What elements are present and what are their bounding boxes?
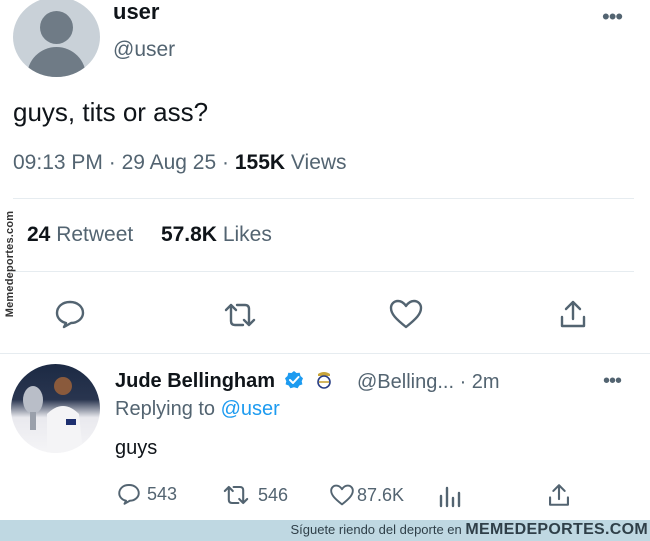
reply-like-button[interactable]: 87.6K (329, 483, 404, 507)
reply-count: 543 (147, 483, 178, 504)
divider (13, 198, 634, 199)
reply-icon (55, 300, 85, 329)
avatar-head-shape (40, 11, 73, 44)
footer-site: MEMEDEPORTES.COM (465, 521, 648, 538)
tweet-text: guys, tits or ass? (13, 97, 209, 127)
reply-name-text: Jude Bellingham (115, 370, 276, 392)
likes-count[interactable]: 57.8K (161, 223, 217, 246)
replying-to-handle[interactable]: @user (221, 398, 280, 420)
replying-to: Replying to @user (115, 398, 280, 421)
verified-badge-icon (284, 371, 303, 389)
reply-display-name[interactable]: Jude Bellingham (115, 370, 333, 393)
tweet-time[interactable]: 09:13 PM (13, 151, 103, 174)
retweet-button[interactable] (218, 298, 262, 332)
retweet-icon (223, 485, 249, 505)
avatar-photo (23, 377, 83, 453)
retweets-count[interactable]: 24 (27, 223, 50, 246)
engagement-stats: 24 Retweet 57.8K Likes (27, 223, 272, 247)
reply-text: guys (115, 437, 158, 459)
retweet-icon (224, 303, 256, 327)
footer-watermark: Síguete riendo del deporte en MEMEDEPORT… (290, 521, 648, 539)
replying-to-prefix: Replying to (115, 398, 216, 420)
retweet-count: 546 (258, 484, 289, 505)
footer-tagline: Síguete riendo del deporte en (290, 522, 462, 537)
like-icon (330, 484, 354, 506)
tweet-date[interactable]: 29 Aug 25 (122, 151, 217, 174)
reply-avatar[interactable] (11, 364, 100, 453)
club-crest-icon (317, 372, 331, 389)
avatar-body-shape (27, 47, 86, 77)
share-button[interactable] (555, 296, 591, 332)
views-count: 155K (234, 151, 286, 174)
like-icon (389, 299, 423, 329)
share-icon (549, 484, 569, 506)
avatar[interactable] (13, 0, 100, 77)
retweets-label[interactable]: Retweet (56, 223, 133, 246)
views-icon (439, 486, 461, 508)
display-name[interactable]: user (113, 0, 159, 25)
reply-share-button[interactable] (546, 482, 572, 513)
reply-reply-button[interactable]: 543 (117, 482, 177, 506)
meta-separator: · (222, 151, 230, 174)
more-icon[interactable]: ••• (602, 4, 623, 30)
divider (13, 271, 634, 272)
divider (0, 353, 650, 354)
meta-separator: · (108, 151, 116, 174)
side-watermark: Memedeportes.com (4, 210, 16, 318)
reply-handle-time[interactable]: @Belling... · 2m (357, 371, 500, 394)
reply-retweet-button[interactable]: 546 (220, 483, 288, 507)
reply-icon (118, 484, 140, 505)
likes-label[interactable]: Likes (223, 223, 272, 246)
views-label: Views (290, 151, 347, 174)
reply-button[interactable] (50, 296, 90, 332)
share-icon (560, 300, 586, 328)
reply-views-button[interactable] (437, 484, 463, 513)
like-button[interactable] (386, 297, 426, 331)
tweet-meta: 09:13 PM · 29 Aug 25 · 155K Views (13, 151, 347, 175)
user-handle[interactable]: @user (113, 38, 175, 62)
like-count: 87.6K (357, 484, 405, 505)
more-icon[interactable]: ••• (603, 370, 622, 393)
